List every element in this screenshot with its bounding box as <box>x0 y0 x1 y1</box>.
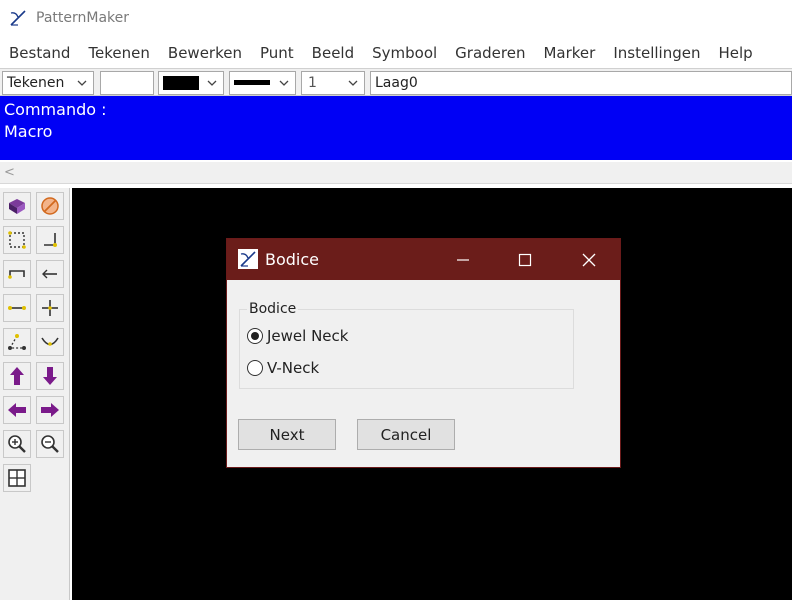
zoom-in-icon <box>8 435 26 453</box>
layer-value: Laag0 <box>375 75 418 91</box>
menu-bestand[interactable]: Bestand <box>0 44 79 62</box>
tool-arrow-right[interactable] <box>36 396 64 424</box>
minimize-button[interactable] <box>432 239 494 280</box>
next-button[interactable]: Next <box>238 419 336 450</box>
group-label: Bodice <box>247 301 299 317</box>
tool-select-box[interactable] <box>3 226 31 254</box>
radio-jewel-neck[interactable]: Jewel Neck <box>247 327 348 345</box>
curve-icon <box>41 337 59 346</box>
tool-zoom-in[interactable] <box>3 430 31 458</box>
menu-symbool[interactable]: Symbool <box>363 44 446 62</box>
tool-bracket[interactable] <box>3 260 31 288</box>
bodice-dialog: Bodice Bodice Jewel Neck V-Neck Next Can… <box>226 238 621 468</box>
arrow-up-icon <box>10 367 24 385</box>
close-button[interactable] <box>558 239 620 280</box>
maximize-button[interactable] <box>494 239 556 280</box>
bodice-groupbox <box>239 309 574 389</box>
mode-select[interactable]: Tekenen <box>2 71 94 95</box>
menu-instellingen[interactable]: Instellingen <box>604 44 709 62</box>
title-bar: PatternMaker <box>0 0 792 36</box>
tool-segment[interactable] <box>3 294 31 322</box>
bracket-icon <box>8 270 25 279</box>
no-entry-icon <box>41 197 59 215</box>
line-style-swatch <box>234 80 270 85</box>
book-icon <box>9 199 25 214</box>
arrow-down-icon <box>43 367 57 385</box>
layer-field[interactable]: Laag0 <box>370 71 792 95</box>
radio-jewel-neck-label: Jewel Neck <box>267 327 349 345</box>
menu-graderen[interactable]: Graderen <box>446 44 534 62</box>
menu-help[interactable]: Help <box>709 44 761 62</box>
cross-icon <box>42 300 58 316</box>
line-width-value: 1 <box>308 75 317 91</box>
chevron-down-icon <box>207 80 217 86</box>
cancel-button[interactable]: Cancel <box>357 419 455 450</box>
menu-punt[interactable]: Punt <box>251 44 303 62</box>
radio-button-checked[interactable] <box>247 328 263 344</box>
tool-corner[interactable] <box>36 226 64 254</box>
tool-cross[interactable] <box>36 294 64 322</box>
zoom-out-icon <box>41 435 59 453</box>
command-area[interactable]: Commando : Macro <box>0 96 792 160</box>
radio-v-neck-label: V-Neck <box>267 359 320 377</box>
menu-beeld[interactable]: Beeld <box>303 44 363 62</box>
menu-bewerken[interactable]: Bewerken <box>159 44 251 62</box>
command-label: Commando : <box>4 100 107 119</box>
tool-curve[interactable] <box>36 328 64 356</box>
menu-bar: Bestand Tekenen Bewerken Punt Beeld Symb… <box>0 38 792 68</box>
tool-triangle-points[interactable] <box>3 328 31 356</box>
radio-v-neck[interactable]: V-Neck <box>247 359 319 377</box>
triangle-points-icon <box>8 334 26 350</box>
window-title: PatternMaker <box>36 10 130 26</box>
tool-no-entry[interactable] <box>36 192 64 220</box>
tool-grid[interactable] <box>3 464 31 492</box>
arrow-left-icon <box>8 403 26 417</box>
chevron-down-icon <box>279 80 289 86</box>
toolbar: Tekenen 1 Laag0 <box>0 68 792 96</box>
chevron-down-icon <box>77 80 87 86</box>
style-field[interactable] <box>100 71 154 95</box>
segment-icon <box>8 306 26 310</box>
chevron-down-icon <box>348 80 358 86</box>
tool-palette <box>0 188 70 600</box>
close-icon <box>582 253 596 266</box>
tool-arrow-down[interactable] <box>36 362 64 390</box>
dialog-title: Bodice <box>265 250 320 269</box>
dialog-title-bar[interactable]: Bodice <box>227 239 620 280</box>
patternmaker-logo-icon <box>238 249 258 269</box>
line-width-select[interactable]: 1 <box>301 71 365 95</box>
select-box-icon <box>8 231 26 249</box>
arrow-right-icon <box>41 403 59 417</box>
maximize-icon <box>518 253 532 266</box>
scroll-left-arrow[interactable]: < <box>4 165 15 180</box>
arrow-left-line-icon <box>42 269 57 279</box>
menu-tekenen[interactable]: Tekenen <box>79 44 158 62</box>
radio-button[interactable] <box>247 360 263 376</box>
patternmaker-logo-icon <box>10 10 26 26</box>
horizontal-scrollbar[interactable]: < <box>0 162 792 184</box>
color-select[interactable] <box>158 71 224 95</box>
mode-select-value: Tekenen <box>7 75 65 91</box>
line-style-select[interactable] <box>229 71 296 95</box>
tool-zoom-out[interactable] <box>36 430 64 458</box>
tool-arrow-line[interactable] <box>36 260 64 288</box>
grid-icon <box>8 469 26 487</box>
corner-icon <box>44 233 57 247</box>
tool-arrow-up[interactable] <box>3 362 31 390</box>
tool-arrow-left[interactable] <box>3 396 31 424</box>
menu-marker[interactable]: Marker <box>534 44 604 62</box>
tool-book[interactable] <box>3 192 31 220</box>
minimize-icon <box>457 258 469 261</box>
macro-label: Macro <box>4 122 53 141</box>
color-swatch <box>163 76 199 90</box>
